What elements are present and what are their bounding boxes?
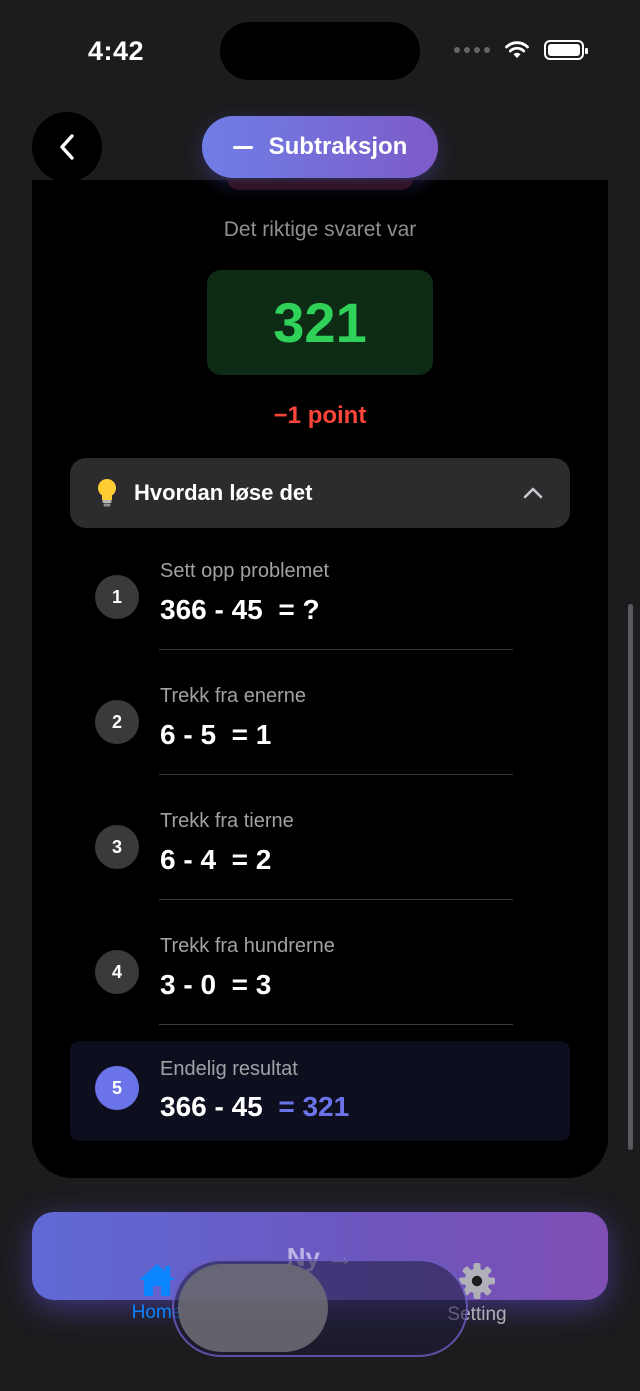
solution-step: 4 Trekk fra hundrerne 3 - 0 = 3	[70, 935, 570, 1035]
back-button[interactable]	[32, 112, 102, 182]
signal-icon	[454, 47, 490, 53]
solution-step: 3 Trekk fra tierne 6 - 4 = 2	[70, 810, 570, 910]
penalty-text: −1 point	[273, 402, 367, 429]
correct-answer-value: 321	[273, 291, 367, 354]
step-expression: 366 - 45	[160, 1091, 263, 1122]
status-bar: 4:42	[0, 0, 640, 100]
step-number-badge: 5	[95, 1066, 139, 1110]
step-title: Trekk fra enerne	[160, 685, 306, 707]
step-equation: 6 - 4 = 2	[160, 844, 271, 876]
chevron-up-icon	[523, 487, 543, 499]
step-number-badge: 1	[95, 575, 139, 619]
step-title: Trekk fra tierne	[160, 810, 294, 832]
step-title: Sett opp problemet	[160, 560, 329, 582]
status-icons	[454, 40, 588, 60]
minus-icon	[232, 145, 253, 149]
step-expression: 6 - 4	[160, 844, 217, 875]
wifi-icon	[505, 41, 529, 58]
step-result: = 1	[231, 719, 272, 750]
how-to-solve-toggle[interactable]: Hvordan løse det	[70, 458, 570, 528]
step-number-badge: 4	[95, 950, 139, 994]
step-number-badge: 2	[95, 700, 139, 744]
step-expression: 6 - 5	[160, 719, 217, 750]
scrollbar[interactable]	[628, 604, 633, 1150]
step-expression: 3 - 0	[160, 969, 217, 1000]
step-equation: 6 - 5 = 1	[160, 719, 271, 751]
step-divider	[159, 774, 513, 775]
step-result: = 2	[231, 844, 272, 875]
mode-badge[interactable]: Subtraksjon	[202, 116, 438, 178]
step-divider	[159, 899, 513, 900]
step-equation: 366 - 45 = ?	[160, 594, 320, 626]
mode-label: Subtraksjon	[268, 133, 408, 160]
battery-icon	[544, 40, 588, 60]
dynamic-island	[220, 22, 420, 80]
answer-caption: Det riktige svaret var	[223, 218, 417, 241]
tab-selection-knob[interactable]	[178, 1264, 328, 1352]
solution-step: 2 Trekk fra enerne 6 - 5 = 1	[70, 685, 570, 785]
step-divider	[159, 1024, 513, 1025]
result-card: Det riktige svaret var 321 −1 point Hvor…	[32, 180, 608, 1178]
step-divider	[159, 649, 513, 650]
step-equation: 3 - 0 = 3	[160, 969, 271, 1001]
chevron-left-icon	[60, 134, 74, 160]
step-title: Endelig resultat	[160, 1058, 298, 1080]
step-equation: 366 - 45 = 321	[160, 1091, 349, 1123]
how-to-solve-label: Hvordan løse det	[134, 480, 313, 505]
final-result: = 321	[278, 1091, 350, 1122]
step-number-badge: 3	[95, 825, 139, 869]
correct-answer-box: 321	[207, 270, 433, 375]
step-result: = 3	[231, 969, 272, 1000]
final-result-step: 5 Endelig resultat 366 - 45 = 321	[70, 1041, 570, 1141]
step-title: Trekk fra hundrerne	[160, 935, 335, 957]
scrolled-content-edge	[227, 180, 413, 190]
solution-step: 1 Sett opp problemet 366 - 45 = ?	[70, 560, 570, 660]
house-icon	[139, 1264, 175, 1296]
status-time: 4:42	[88, 36, 145, 66]
lightbulb-icon	[98, 479, 116, 507]
step-result: = ?	[278, 594, 320, 625]
step-expression: 366 - 45	[160, 594, 263, 625]
